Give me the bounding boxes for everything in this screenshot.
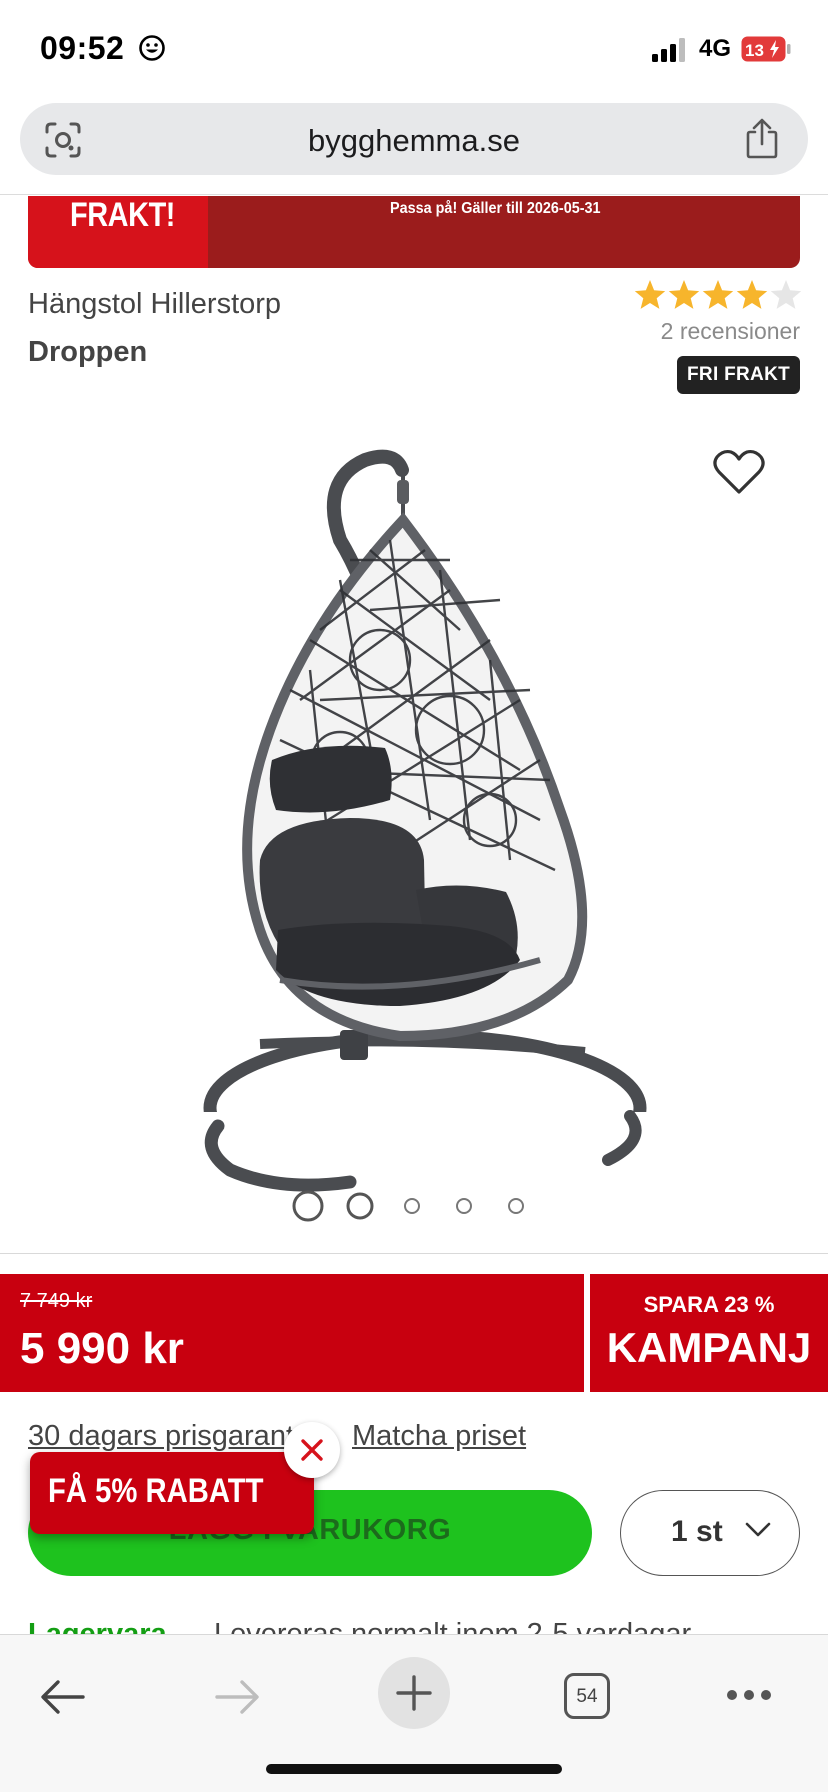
gallery-dot[interactable] (292, 1190, 324, 1222)
delivery-info: Levereras normalt inom 2-5 vardagar (214, 1618, 692, 1634)
favorite-heart-icon[interactable] (712, 448, 766, 496)
status-time: 09:52 (40, 30, 125, 66)
signal-icon (652, 38, 685, 62)
banner-headline: FRAKT! (70, 196, 176, 234)
new-tab-button[interactable] (378, 1657, 450, 1729)
star-icon (770, 280, 802, 309)
campaign-label: KAMPANJ (606, 1324, 812, 1371)
gallery-dot[interactable] (508, 1198, 524, 1214)
battery-level: 13 (745, 41, 764, 60)
discount-label: FÅ 5% RABATT (48, 1472, 264, 1510)
status-bar: 09:52 4G 13 (0, 0, 828, 100)
product-image[interactable] (190, 440, 650, 1200)
product-brand[interactable]: Droppen (28, 336, 147, 369)
url-bar[interactable]: bygghemma.se (20, 103, 808, 175)
match-price-link[interactable]: Matcha priset (352, 1420, 526, 1453)
network-type: 4G (699, 35, 732, 62)
save-percentage: SPARA 23 % (643, 1292, 775, 1317)
free-shipping-badge: FRI FRAKT (677, 356, 800, 394)
divider (0, 1253, 828, 1254)
quantity-select[interactable]: 1 st (620, 1490, 800, 1576)
star-icon (736, 280, 768, 309)
old-price: 7 749 kr (20, 1290, 93, 1312)
star-icon (634, 280, 666, 309)
promo-banner[interactable]: FRAKT! Passa på! Gäller till 2026-05-31 (28, 196, 800, 268)
rating-stars[interactable] (632, 278, 802, 314)
price-guarantee-link[interactable]: 30 dagars prisgaranti (28, 1420, 293, 1453)
stock-status: Lagervara (28, 1618, 167, 1634)
home-indicator (266, 1764, 562, 1774)
product-name: Hängstol Hillerstorp (28, 288, 282, 320)
chevron-down-icon (745, 1522, 771, 1537)
gallery-dot[interactable] (346, 1192, 374, 1220)
tabs-button[interactable]: 54 (564, 1673, 610, 1719)
banner-note: Passa på! Gäller till 2026-05-31 (390, 200, 601, 217)
price-box: 7 749 kr 5 990 kr (0, 1274, 584, 1392)
current-price: 5 990 kr (20, 1324, 184, 1373)
plus-icon (396, 1675, 432, 1711)
star-icon (668, 280, 700, 309)
divider (0, 194, 828, 195)
share-icon[interactable] (744, 118, 780, 160)
popup-close-button[interactable] (284, 1422, 340, 1478)
gallery-dot[interactable] (456, 1198, 472, 1214)
quantity-value: 1 st (671, 1515, 723, 1548)
star-icon (702, 280, 734, 309)
gallery-dots[interactable] (290, 1188, 540, 1224)
close-icon (301, 1439, 323, 1461)
battery-charging-icon: 13 (741, 36, 791, 62)
back-arrow-icon[interactable] (40, 1679, 86, 1715)
campaign-box: SPARA 23 % KAMPANJ (590, 1274, 828, 1392)
url-text[interactable]: bygghemma.se (20, 123, 808, 159)
tabs-count: 54 (576, 1686, 598, 1707)
emoji-icon (139, 35, 165, 61)
reviews-link[interactable]: 2 recensioner (661, 318, 800, 345)
discount-popup[interactable]: FÅ 5% RABATT (30, 1452, 314, 1534)
forward-arrow-icon[interactable] (214, 1679, 260, 1715)
gallery-dot[interactable] (404, 1198, 420, 1214)
stock-row: Lagervara Levereras normalt inom 2-5 var… (0, 1614, 828, 1634)
more-dots-icon[interactable] (726, 1687, 772, 1703)
